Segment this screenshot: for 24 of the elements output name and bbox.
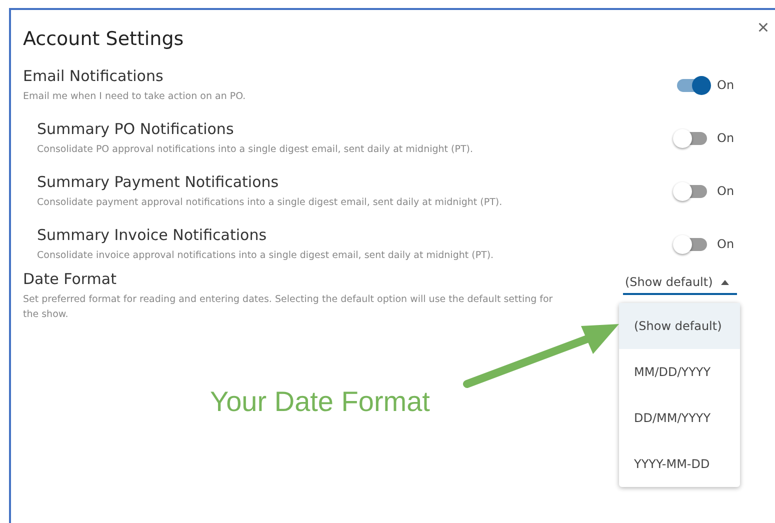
toggle-label: On [717, 184, 734, 198]
annotation-text: Your Date Format [210, 386, 430, 418]
toggle-label: On [717, 131, 734, 145]
setting-description: Set preferred format for reading and entering dates. Selecting the default option will use the default setting for the show. [23, 293, 554, 322]
setting-title: Email Notifications [23, 66, 164, 86]
setting-title: Summary PO Notifications [37, 119, 235, 139]
toggle-label: On [717, 237, 734, 251]
dialog-title: Account Settings [23, 28, 184, 50]
setting-description: Consolidate PO approval notifications into a single digest email, sent daily at midnight (PT). [37, 143, 474, 157]
setting-title: Date Format [23, 269, 118, 289]
dropdown-field[interactable]: (Show default) [623, 275, 737, 295]
setting-description: Email me when I need to take action on an PO. [23, 90, 247, 104]
setting-title: Summary Invoice Notifications [37, 225, 268, 245]
setting-description: Consolidate payment approval notifications into a single digest email, sent daily at midnight (PT). [37, 196, 504, 210]
setting-title: Summary Payment Notifications [37, 172, 280, 192]
menu-item[interactable]: (Show default) [619, 303, 740, 349]
toggle-label: On [717, 78, 734, 92]
caret-icon [720, 280, 729, 284]
menu-item[interactable]: YYYY-MM-DD [619, 441, 740, 487]
arrow-icon [463, 324, 619, 388]
menu-item[interactable]: MM/DD/YYYY [619, 349, 740, 395]
setting-description: Consolidate invoice approval notifications into a single digest email, sent daily at midnight (PT). [37, 249, 495, 263]
close-button[interactable]: × [757, 18, 769, 38]
menu-item[interactable]: DD/MM/YYYY [619, 395, 740, 441]
